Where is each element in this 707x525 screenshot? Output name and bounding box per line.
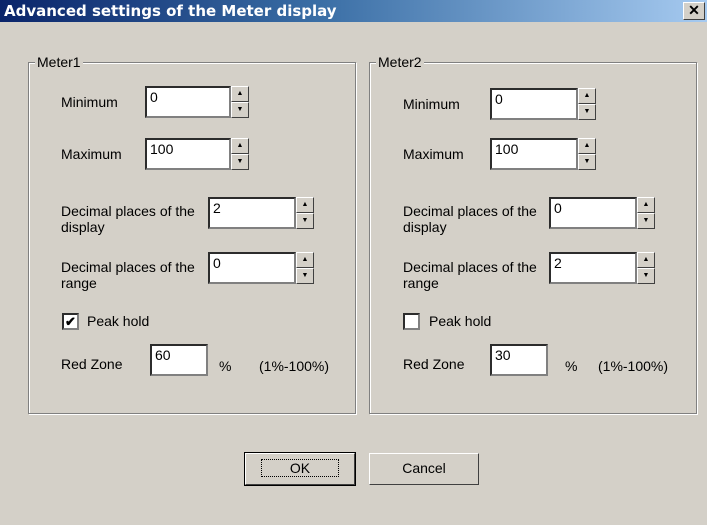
cancel-button[interactable]: Cancel: [369, 453, 479, 485]
meter1-maximum-label: Maximum: [61, 146, 122, 162]
title-bar: Advanced settings of the Meter display ✕: [0, 0, 707, 22]
meter2-minimum-input[interactable]: 0: [490, 88, 578, 120]
up-arrow-icon[interactable]: ▲: [578, 138, 596, 154]
down-arrow-icon[interactable]: ▼: [296, 213, 314, 229]
up-arrow-icon[interactable]: ▲: [296, 197, 314, 213]
checkmark-icon: ✔: [65, 314, 76, 329]
meter2-range-hint: (1%-100%): [598, 358, 669, 374]
cancel-button-label: Cancel: [402, 460, 446, 476]
meter2-minimum-label: Minimum: [403, 96, 460, 112]
up-arrow-icon[interactable]: ▲: [231, 138, 249, 154]
meter2-decimal-display-input[interactable]: 0: [549, 197, 637, 229]
meter1-red-zone-input[interactable]: 60: [150, 344, 208, 376]
meter1-decimal-range-input[interactable]: 0: [208, 252, 296, 284]
up-arrow-icon[interactable]: ▲: [296, 252, 314, 268]
ok-button-label: OK: [260, 459, 340, 477]
meter1-minimum-spinner[interactable]: ▲ ▼: [231, 86, 249, 118]
down-arrow-icon[interactable]: ▼: [637, 268, 655, 284]
meter2-decimal-display-spinner[interactable]: ▲ ▼: [637, 197, 655, 229]
meter2-red-zone-input[interactable]: 30: [490, 344, 548, 376]
meter1-red-zone-label: Red Zone: [61, 356, 123, 372]
meter1-minimum-input[interactable]: 0: [145, 86, 231, 118]
meter2-maximum-label: Maximum: [403, 146, 464, 162]
meter1-minimum-label: Minimum: [61, 94, 118, 110]
down-arrow-icon[interactable]: ▼: [578, 104, 596, 120]
down-arrow-icon[interactable]: ▼: [231, 154, 249, 170]
up-arrow-icon[interactable]: ▲: [637, 252, 655, 268]
meter1-decimal-range-spinner[interactable]: ▲ ▼: [296, 252, 314, 284]
meter2-minimum-spinner[interactable]: ▲ ▼: [578, 88, 596, 120]
meter1-decimal-display-label: Decimal places of the display: [61, 203, 195, 235]
down-arrow-icon[interactable]: ▼: [637, 213, 655, 229]
meter1-decimal-display-input[interactable]: 2: [208, 197, 296, 229]
down-arrow-icon[interactable]: ▼: [578, 154, 596, 170]
ok-button[interactable]: OK: [244, 452, 356, 486]
up-arrow-icon[interactable]: ▲: [578, 88, 596, 104]
window-title: Advanced settings of the Meter display: [4, 2, 337, 20]
down-arrow-icon[interactable]: ▼: [296, 268, 314, 284]
down-arrow-icon[interactable]: ▼: [231, 102, 249, 118]
meter2-percent-label: %: [565, 358, 578, 374]
meter1-decimal-display-spinner[interactable]: ▲ ▼: [296, 197, 314, 229]
meter1-peak-hold-checkbox[interactable]: ✔: [62, 313, 79, 330]
meter1-percent-label: %: [219, 358, 232, 374]
meter2-red-zone-label: Red Zone: [403, 356, 465, 372]
close-icon: ✕: [688, 2, 700, 18]
meter2-decimal-range-spinner[interactable]: ▲ ▼: [637, 252, 655, 284]
meter2-decimal-display-label: Decimal places of the display: [403, 203, 537, 235]
up-arrow-icon[interactable]: ▲: [231, 86, 249, 102]
meter1-decimal-range-label: Decimal places of the range: [61, 259, 195, 291]
up-arrow-icon[interactable]: ▲: [637, 197, 655, 213]
meter1-maximum-input[interactable]: 100: [145, 138, 231, 170]
meter2-peak-hold-checkbox[interactable]: [403, 313, 420, 330]
meter2-legend: Meter2: [376, 54, 424, 70]
meter1-range-hint: (1%-100%): [259, 358, 330, 374]
close-button[interactable]: ✕: [683, 2, 705, 20]
meter1-peak-hold-label: Peak hold: [87, 313, 150, 329]
meter2-decimal-range-input[interactable]: 2: [549, 252, 637, 284]
meter1-maximum-spinner[interactable]: ▲ ▼: [231, 138, 249, 170]
meter2-maximum-spinner[interactable]: ▲ ▼: [578, 138, 596, 170]
meter2-maximum-input[interactable]: 100: [490, 138, 578, 170]
meter2-peak-hold-label: Peak hold: [429, 313, 492, 329]
meter2-decimal-range-label: Decimal places of the range: [403, 259, 537, 291]
meter1-legend: Meter1: [35, 54, 83, 70]
